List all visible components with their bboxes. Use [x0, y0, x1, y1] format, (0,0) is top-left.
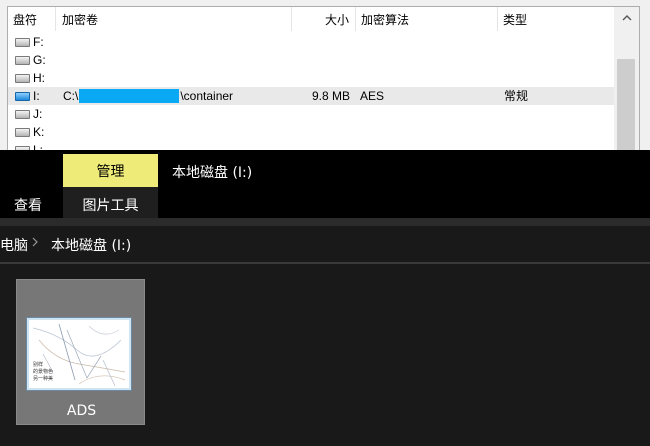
breadcrumb-this-pc[interactable]: 电脑	[0, 235, 28, 255]
file-name: ADS	[66, 403, 97, 419]
volume-row[interactable]: F:	[8, 33, 614, 51]
vertical-scrollbar[interactable]	[614, 6, 640, 151]
drive-letter: G:	[33, 53, 46, 67]
drive-icon	[15, 56, 30, 65]
drive-icon	[15, 74, 30, 83]
tab-manage[interactable]: 管理	[63, 154, 158, 187]
volume-path-prefix: C:\	[63, 89, 79, 103]
drive-icon	[15, 128, 30, 137]
ribbon-divider	[0, 218, 650, 226]
column-header-volume[interactable]: 加密卷	[56, 7, 292, 31]
drive-icon	[15, 110, 30, 119]
volume-algorithm: AES	[360, 89, 385, 103]
mounted-drive-icon	[15, 92, 30, 101]
volume-row[interactable]: H:	[8, 69, 614, 87]
tab-view[interactable]: 查看	[14, 195, 42, 215]
volume-path-suffix: \container	[180, 89, 234, 103]
volume-list[interactable]: 盘符 加密卷 大小 加密算法 类型 F: G: H: I: C:\ \contai…	[7, 6, 616, 151]
sketch-image: 别样 的景物色 另一种美	[29, 320, 129, 388]
scroll-up-button[interactable]	[614, 7, 639, 29]
thumb-text-3: 另一种美	[33, 375, 53, 382]
volume-row-selected[interactable]: I: C:\ \container 9.8 MB AES 常规	[8, 87, 614, 105]
drive-letter: H:	[33, 71, 45, 85]
thumb-text-2: 的景物色	[33, 368, 53, 375]
file-item-ads[interactable]: 别样 的景物色 另一种美 ADS	[16, 279, 145, 425]
thumb-text-1: 别样	[33, 361, 43, 368]
file-view: 别样 的景物色 另一种美 ADS	[0, 264, 650, 446]
drive-letter: I:	[33, 89, 40, 103]
address-bar[interactable]: 电脑 本地磁盘 (I:)	[0, 226, 650, 262]
image-thumbnail: 别样 的景物色 另一种美	[27, 318, 131, 390]
drive-icon	[15, 38, 30, 47]
redacted-path	[79, 89, 180, 103]
window-title: 本地磁盘 (I:)	[172, 165, 253, 181]
column-header-drive[interactable]: 盘符	[8, 7, 56, 31]
volume-type: 常规	[504, 89, 529, 103]
breadcrumb-local-disk[interactable]: 本地磁盘 (I:)	[51, 235, 131, 255]
volume-size: 9.8 MB	[311, 89, 350, 103]
drive-letter: F:	[33, 35, 44, 49]
drive-letter: K:	[33, 125, 45, 139]
volume-row[interactable]: K:	[8, 123, 614, 141]
column-header-algorithm[interactable]: 加密算法	[356, 7, 498, 31]
drive-letter: J:	[33, 107, 43, 121]
tab-picture-tools[interactable]: 图片工具	[63, 195, 158, 215]
volume-row[interactable]: G:	[8, 51, 614, 69]
chevron-up-icon	[622, 15, 631, 21]
column-header-type[interactable]: 类型	[498, 7, 615, 31]
volume-row[interactable]: J:	[8, 105, 614, 123]
chevron-right-icon[interactable]	[32, 236, 38, 250]
column-header-size[interactable]: 大小	[292, 7, 356, 31]
volume-list-panel: 盘符 加密卷 大小 加密算法 类型 F: G: H: I: C:\ \contai…	[0, 0, 650, 151]
scrollbar-thumb[interactable]	[617, 59, 635, 151]
ribbon: 管理 本地磁盘 (I:) 查看 图片工具	[0, 150, 650, 218]
